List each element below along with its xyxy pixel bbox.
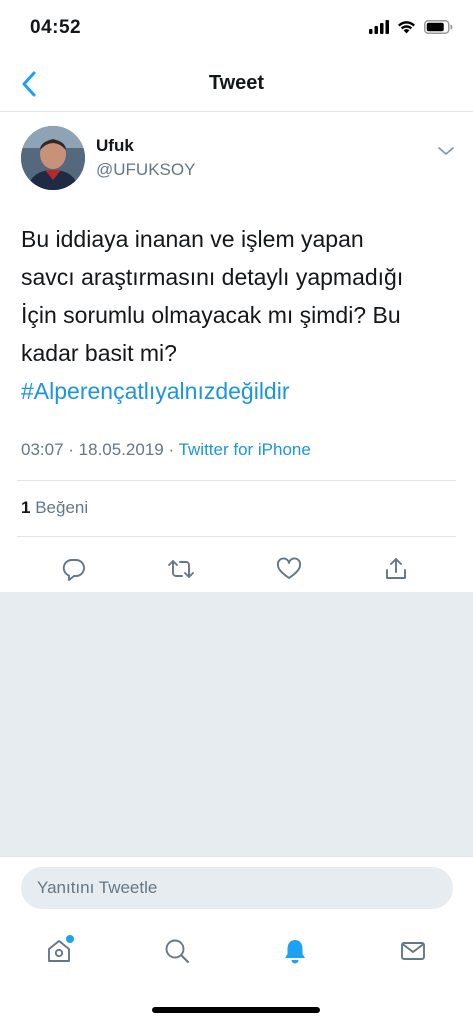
messages-icon <box>401 942 425 960</box>
status-bar: 04:52 <box>0 0 473 58</box>
tweet-source-link[interactable]: Twitter for iPhone <box>179 440 311 459</box>
divider <box>17 480 456 481</box>
meta-separator: · <box>63 440 79 459</box>
tab-messages[interactable] <box>397 935 429 967</box>
tweet-detail: Ufuk @UFUKSOY Bu iddiaya inanan ve işlem… <box>0 112 473 592</box>
tweet-text-line: İçin sorumlu olmayacak mı şimdi? Bu <box>21 302 401 328</box>
more-options-button[interactable] <box>435 142 457 160</box>
reply-input[interactable]: Yanıtını Tweetle <box>21 867 453 909</box>
avatar[interactable] <box>21 126 85 190</box>
author-name[interactable]: Ufuk <box>96 136 134 156</box>
tweet-date: 18.05.2019 <box>78 440 164 459</box>
status-time: 04:52 <box>30 17 82 38</box>
meta-separator: · <box>163 440 179 459</box>
like-label: Beğeni <box>35 498 89 517</box>
tweet-time: 03:07 <box>21 440 64 459</box>
new-content-dot <box>66 935 74 943</box>
like-icon <box>277 557 301 579</box>
wifi-icon <box>398 21 415 34</box>
divider <box>17 536 456 537</box>
reply-icon <box>62 559 85 581</box>
share-button[interactable] <box>381 554 411 584</box>
tweet-text-line: Bu iddiaya inanan ve işlem yapan <box>21 226 364 252</box>
tweet-text: Bu iddiaya inanan ve işlem yapan savcı a… <box>21 220 461 410</box>
replies-area <box>0 592 473 856</box>
avatar-photo-icon <box>21 126 85 190</box>
tab-bar <box>0 929 473 973</box>
tweet-text-line: kadar basit mi? <box>21 340 177 366</box>
like-button[interactable] <box>274 554 304 584</box>
like-count-row[interactable]: 1 Beğeni <box>21 498 88 518</box>
tab-notifications[interactable] <box>279 935 311 967</box>
hashtag-link[interactable]: #Alperençatlıyalnızdeğildir <box>21 372 461 410</box>
retweet-icon <box>168 560 194 578</box>
chevron-down-icon <box>438 147 454 155</box>
battery-icon <box>424 20 453 34</box>
bottom-bar: Yanıtını Tweetle <box>0 856 473 1024</box>
tab-search[interactable] <box>161 935 193 967</box>
status-icons <box>369 20 453 34</box>
tweet-metadata: 03:07 · 18.05.2019 · Twitter for iPhone <box>21 440 311 460</box>
cellular-signal-icon <box>369 20 389 34</box>
search-icon <box>165 939 189 963</box>
page-title: Tweet <box>208 72 265 94</box>
nav-bar: Tweet <box>0 58 473 112</box>
home-indicator[interactable] <box>152 1007 320 1013</box>
share-icon <box>386 558 406 579</box>
tweet-text-line: savcı araştırmasını detaylı yapmadığı <box>21 264 404 290</box>
author-handle[interactable]: @UFUKSOY <box>96 160 195 180</box>
reply-button[interactable] <box>59 554 89 584</box>
tweet-actions <box>0 548 473 592</box>
retweet-button[interactable] <box>166 554 196 584</box>
like-count: 1 <box>21 498 31 517</box>
notifications-icon <box>285 940 305 964</box>
tab-home[interactable] <box>43 935 75 967</box>
